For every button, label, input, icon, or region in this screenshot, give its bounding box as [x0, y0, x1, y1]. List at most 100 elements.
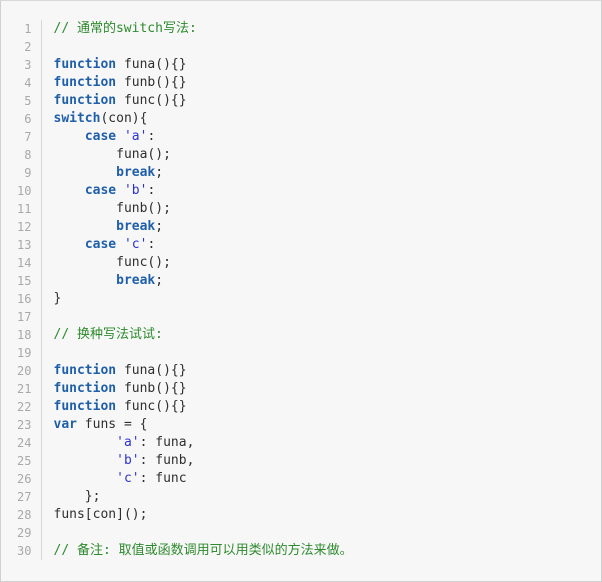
- code-line-text[interactable]: case 'c':: [41, 236, 601, 254]
- code-token-plain: funa();: [53, 147, 171, 162]
- code-token-comment: // 备注: 取值或函数调用可以用类似的方法来做。: [53, 543, 353, 558]
- code-line-text[interactable]: funa();: [41, 146, 601, 164]
- code-token-plain: : funa,: [139, 435, 195, 450]
- code-line-row: 21 function funb(){}: [1, 380, 601, 398]
- code-line-text[interactable]: function funa(){}: [41, 56, 601, 74]
- code-token-keyword: function: [53, 57, 117, 72]
- code-line-row: 26 'c': func: [1, 470, 601, 488]
- code-token-plain: :: [147, 237, 156, 252]
- code-token-plain: ;: [155, 219, 164, 234]
- code-token-plain: funb(){}: [116, 75, 187, 90]
- line-number: 14: [1, 254, 42, 272]
- code-token-plain: funs = {: [76, 417, 148, 432]
- code-line-row: 7 case 'a':: [1, 128, 601, 146]
- code-token-keyword: function: [53, 399, 117, 414]
- code-token-string: 'b': [123, 183, 148, 198]
- code-token-plain: funb(){}: [116, 381, 187, 396]
- code-line-row: 23 var funs = {: [1, 416, 601, 434]
- code-line-text[interactable]: func();: [41, 254, 601, 272]
- code-line-text[interactable]: [41, 344, 601, 362]
- code-token-keyword: case: [84, 237, 117, 252]
- code-line-text[interactable]: function func(){}: [41, 398, 601, 416]
- code-line-text[interactable]: switch(con){: [41, 110, 601, 128]
- code-line-row: 2: [1, 38, 601, 56]
- code-line-text[interactable]: }: [41, 290, 601, 308]
- code-token-string: 'c': [123, 237, 148, 252]
- code-token-plain: :: [147, 183, 156, 198]
- line-number: 24: [1, 434, 42, 452]
- code-line-row: 30 // 备注: 取值或函数调用可以用类似的方法来做。: [1, 542, 601, 560]
- line-number: 20: [1, 362, 42, 380]
- line-number: 23: [1, 416, 42, 434]
- code-line-row: 27 };: [1, 488, 601, 506]
- code-line-text[interactable]: 'b': funb,: [41, 452, 601, 470]
- code-line-row: 15 break;: [1, 272, 601, 290]
- code-line-text[interactable]: funs[con]();: [41, 506, 601, 524]
- code-line-text[interactable]: [41, 308, 601, 326]
- code-token-string: 'c': [116, 471, 140, 486]
- code-line-text[interactable]: function func(){}: [41, 92, 601, 110]
- code-line-text[interactable]: break;: [41, 164, 601, 182]
- code-token-plain: };: [53, 489, 101, 504]
- code-token-plain: : funb,: [139, 453, 195, 468]
- code-token-keyword: break: [116, 219, 156, 234]
- code-line-text[interactable]: // 换种写法试试:: [41, 326, 601, 344]
- code-line-text[interactable]: [41, 38, 601, 56]
- code-line-text[interactable]: function funb(){}: [41, 380, 601, 398]
- code-token-plain: :: [147, 129, 156, 144]
- line-number: 4: [1, 74, 42, 92]
- code-block[interactable]: 1// 通常的switch写法: 2 3 function funa(){} 4 fun…: [0, 0, 602, 582]
- code-line-text[interactable]: // 通常的switch写法:: [41, 20, 601, 38]
- code-token-keyword: var: [53, 417, 77, 432]
- code-line-row: 9 break;: [1, 164, 601, 182]
- code-line-text[interactable]: case 'b':: [41, 182, 601, 200]
- code-line-text[interactable]: };: [41, 488, 601, 506]
- code-token-comment: // 通常的switch写法:: [53, 21, 197, 36]
- code-line-row: 20 function funa(){}: [1, 362, 601, 380]
- code-token-keyword: case: [84, 183, 117, 198]
- line-number: 10: [1, 182, 42, 200]
- code-line-text[interactable]: // 备注: 取值或函数调用可以用类似的方法来做。: [41, 542, 601, 560]
- code-token-keyword: break: [116, 273, 156, 288]
- code-line-text[interactable]: funb();: [41, 200, 601, 218]
- code-line-row: 6 switch(con){: [1, 110, 601, 128]
- code-token-string: 'b': [116, 453, 140, 468]
- code-line-row: 29: [1, 524, 601, 542]
- line-number: 3: [1, 56, 42, 74]
- code-token-keyword: function: [53, 363, 117, 378]
- code-token-plain: : func: [139, 471, 187, 486]
- code-token-keyword: function: [53, 381, 117, 396]
- code-line-text[interactable]: var funs = {: [41, 416, 601, 434]
- line-number: 18: [1, 326, 42, 344]
- code-line-text[interactable]: break;: [41, 272, 601, 290]
- code-line-row: 24 'a': funa,: [1, 434, 601, 452]
- code-token-keyword: case: [84, 129, 117, 144]
- line-number: 2: [1, 38, 42, 56]
- code-line-text[interactable]: 'c': func: [41, 470, 601, 488]
- code-line-text[interactable]: 'a': funa,: [41, 434, 601, 452]
- code-token-keyword: break: [116, 165, 156, 180]
- line-number: 9: [1, 164, 42, 182]
- code-line-row: 3 function funa(){}: [1, 56, 601, 74]
- code-line-row: 13 case 'c':: [1, 236, 601, 254]
- code-line-text[interactable]: case 'a':: [41, 128, 601, 146]
- code-line-text[interactable]: function funa(){}: [41, 362, 601, 380]
- code-token-comment: // 换种写法试试:: [53, 327, 163, 342]
- code-token-plain: funa(){}: [116, 57, 187, 72]
- code-line-text[interactable]: break;: [41, 218, 601, 236]
- code-token-plain: func(){}: [116, 93, 187, 108]
- code-token-plain: ;: [155, 165, 164, 180]
- line-number: 5: [1, 92, 42, 110]
- line-number: 13: [1, 236, 42, 254]
- line-number: 7: [1, 128, 42, 146]
- code-token-plain: funa(){}: [116, 363, 187, 378]
- code-line-row: 25 'b': funb,: [1, 452, 601, 470]
- code-line-text[interactable]: [41, 524, 601, 542]
- code-line-row: 10 case 'b':: [1, 182, 601, 200]
- code-line-text[interactable]: function funb(){}: [41, 74, 601, 92]
